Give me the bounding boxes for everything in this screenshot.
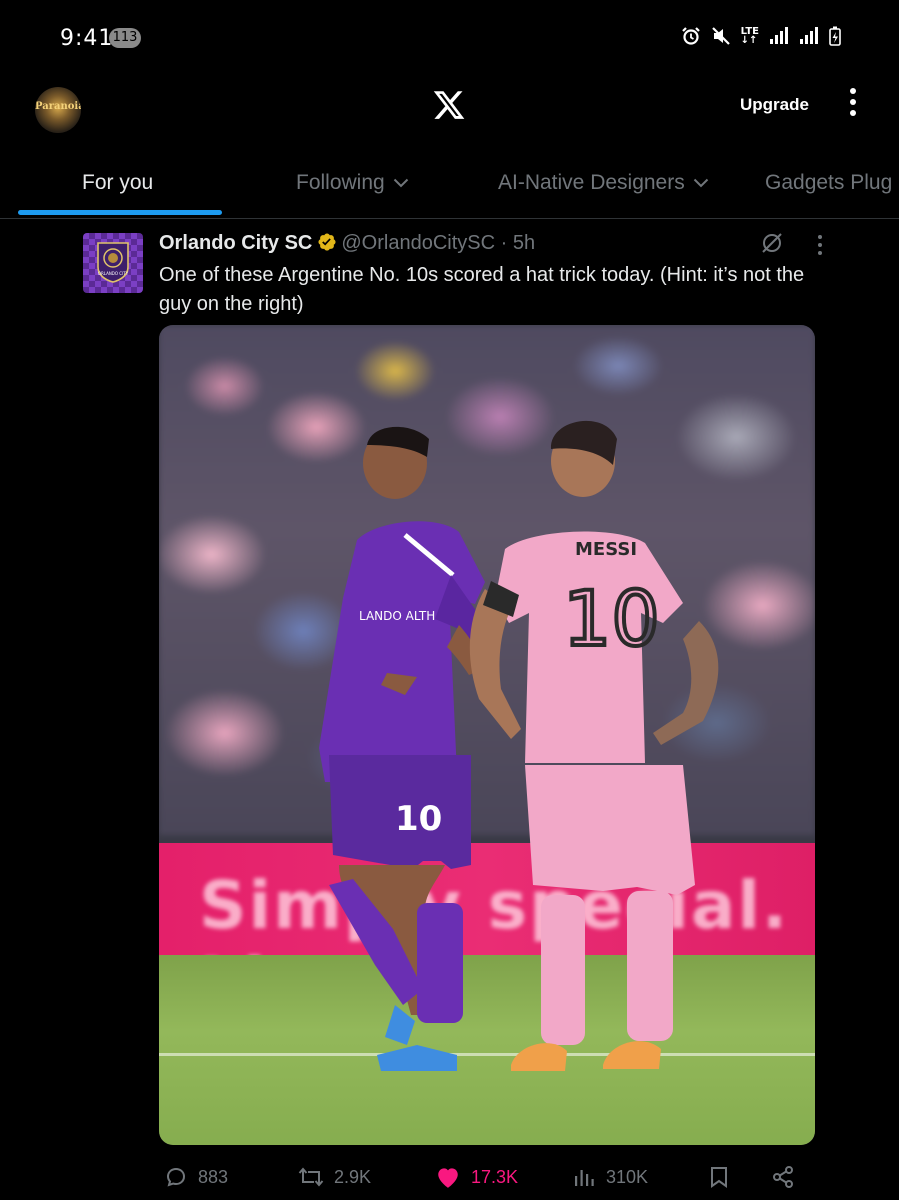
post-more-icon[interactable] [812, 235, 828, 257]
post-text: One of these Argentine No. 10s scored a … [159, 264, 805, 315]
reply-button[interactable]: 883 [164, 1165, 228, 1189]
left-player-sponsor: LANDO ALTH [359, 609, 435, 623]
views-button[interactable]: 310K [572, 1165, 648, 1189]
left-player: 10 LANDO ALTH [319, 426, 489, 1071]
players-illustration: 10 LANDO ALTH MESSI 10 [319, 420, 719, 1071]
battery-charging-icon [829, 26, 841, 46]
post-image[interactable]: Simply special. Live it m 10 LANDO ALTH [159, 325, 815, 1145]
post-actions: 883 2.9K 17.3K 310K [0, 1162, 899, 1196]
right-player-name: MESSI [575, 539, 637, 560]
reply-count: 883 [198, 1166, 229, 1187]
chevron-down-icon [393, 179, 408, 188]
alarm-icon [681, 26, 701, 46]
repost-count: 2.9K [334, 1166, 372, 1187]
tab-label: Following [296, 171, 385, 194]
chevron-down-icon [693, 179, 708, 188]
active-tab-indicator [18, 210, 222, 215]
orlando-city-crest-icon: ORLANDO CITY [97, 242, 129, 283]
like-count: 17.3K [471, 1166, 519, 1187]
author-handle[interactable]: @OrlandoCitySC [341, 232, 495, 254]
views-chart-icon [575, 1170, 594, 1186]
system-icons: LTE ↓↑ [681, 26, 841, 46]
views-count: 310K [606, 1166, 649, 1187]
tab-ai-native-designers[interactable]: AI-Native Designers [498, 171, 709, 195]
avatar-label: Paranoia [35, 101, 81, 112]
signal-icon-2 [799, 27, 819, 45]
verified-badge-icon [318, 233, 336, 251]
like-button[interactable]: 17.3K [435, 1165, 518, 1189]
mute-icon [711, 26, 731, 46]
post[interactable]: ORLANDO CITY Orlando City SC @OrlandoCity… [0, 219, 899, 1200]
grok-icon[interactable] [760, 231, 784, 255]
post-timestamp[interactable]: 5h [513, 232, 535, 254]
repost-icon [298, 1167, 324, 1187]
status-time: 9:41 [60, 26, 114, 51]
tab-following[interactable]: Following [296, 171, 409, 195]
upgrade-button[interactable]: Upgrade [740, 95, 809, 115]
network-type-label: LTE ↓↑ [740, 26, 759, 46]
more-options-icon[interactable] [840, 88, 866, 122]
tab-for-you[interactable]: For you [82, 171, 153, 195]
bookmark-icon [711, 1167, 727, 1188]
signal-icon [769, 27, 789, 45]
share-button[interactable] [771, 1165, 795, 1189]
status-bar: 9:41 113 LTE ↓↑ [0, 0, 899, 78]
heart-filled-icon [438, 1168, 458, 1188]
timeline-tabs: For you Following AI-Native Designers Ga… [0, 160, 899, 219]
share-icon [773, 1166, 793, 1188]
crest-text: ORLANDO CITY [98, 271, 129, 276]
right-player-number: 10 [563, 574, 660, 663]
tab-gadgets-plug[interactable]: Gadgets Plug [765, 171, 892, 195]
tab-label: AI-Native Designers [498, 171, 685, 194]
top-app-bar: Paranoia Upgrade [0, 78, 899, 148]
tab-label: For you [82, 171, 154, 194]
post-header: Orlando City SC @OrlandoCitySC · 5h [159, 232, 535, 255]
repost-button[interactable]: 2.9K [298, 1165, 371, 1189]
bookmark-button[interactable] [708, 1165, 730, 1189]
tab-label: Gadgets Plug [765, 171, 893, 194]
reply-icon [166, 1167, 186, 1187]
user-avatar[interactable]: Paranoia [35, 87, 81, 133]
right-player: MESSI 10 [469, 420, 719, 1071]
left-player-number: 10 [395, 799, 442, 839]
x-logo-icon [433, 91, 465, 119]
author-avatar[interactable]: ORLANDO CITY [83, 233, 143, 293]
author-name[interactable]: Orlando City SC [159, 232, 312, 254]
notification-count-badge: 113 [109, 28, 141, 48]
